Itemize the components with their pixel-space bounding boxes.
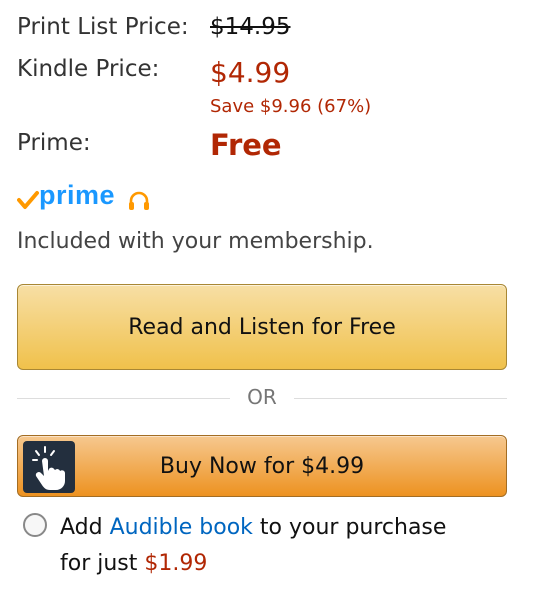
or-text: OR xyxy=(247,385,277,409)
audible-addon-text: Add Audible book to your purchase for ju… xyxy=(60,510,520,582)
kindle-price-value: $4.99 xyxy=(210,56,291,89)
buy-now-label: Buy Now for $4.99 xyxy=(159,453,365,479)
audible-addon-checkbox[interactable] xyxy=(23,513,47,537)
prime-price-value: Free xyxy=(210,128,282,162)
read-and-listen-button[interactable]: Read and Listen for Free xyxy=(17,284,507,370)
checkmark-icon xyxy=(17,191,39,209)
membership-note: Included with your membership. xyxy=(17,229,374,254)
headphones-icon xyxy=(129,191,149,210)
kindle-price-label: Kindle Price: xyxy=(17,56,160,82)
buy-now-button[interactable]: Buy Now for $4.99 xyxy=(17,435,507,497)
prime-price-label: Prime: xyxy=(17,130,91,156)
addon-prefix: Add xyxy=(60,515,110,540)
divider-line-right xyxy=(294,398,507,399)
buy-box: Print List Price: $14.95 Kindle Price: $… xyxy=(0,0,534,599)
prime-wordmark: prime xyxy=(39,180,116,210)
read-and-listen-label: Read and Listen for Free xyxy=(128,314,396,340)
addon-middle: to your purchase xyxy=(252,515,447,540)
addon-line2-prefix: for just xyxy=(60,551,145,576)
savings-text: Save $9.96 (67%) xyxy=(210,96,372,117)
or-divider: OR xyxy=(17,384,507,412)
audible-book-link[interactable]: Audible book xyxy=(110,515,253,540)
list-price-label: Print List Price: xyxy=(17,14,189,40)
addon-price: $1.99 xyxy=(144,551,208,576)
prime-badge: prime xyxy=(17,180,167,216)
list-price-value: $14.95 xyxy=(210,14,291,40)
tap-hand-icon xyxy=(23,441,75,493)
